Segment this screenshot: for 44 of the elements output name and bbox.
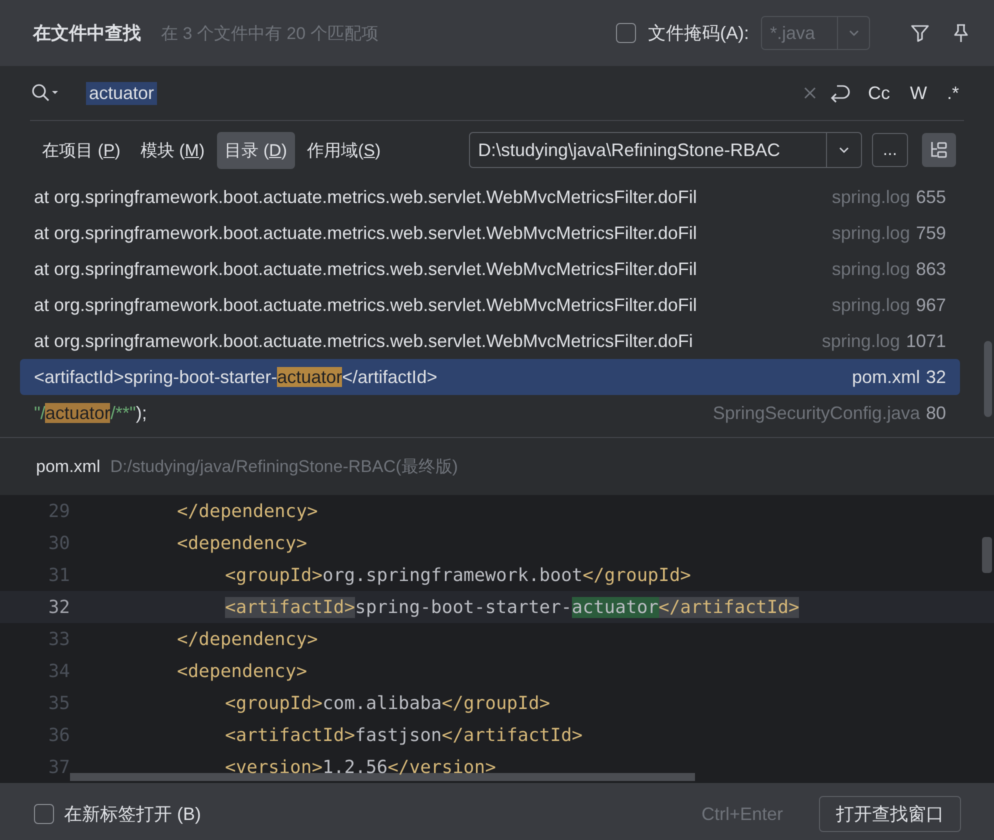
- code-line: </dependency>: [176, 500, 318, 522]
- code-line: <dependency>: [176, 660, 308, 682]
- pin-icon[interactable]: [952, 23, 970, 43]
- tree-icon: [929, 140, 949, 160]
- result-row[interactable]: <artifactId>spring-boot-starter-actuator</artifactId> pom.xml 32: [20, 359, 960, 395]
- scrollbar[interactable]: [70, 773, 695, 781]
- result-row[interactable]: at org.springframework.boot.actuate.metrics.web.servlet.WebMvcMetricsFilter.doFil spring.log 759: [20, 215, 960, 251]
- directory-field[interactable]: D:\studying\java\RefiningStone-RBAC: [469, 132, 862, 168]
- match-summary: 在 3 个文件中有 20 个匹配项: [161, 22, 378, 44]
- checkbox[interactable]: [34, 804, 54, 824]
- dialog-title: 在文件中查找: [33, 22, 141, 45]
- filter-icon[interactable]: [910, 23, 930, 43]
- code-line: <artifactId>spring-boot-starter-actuator</artifactId>: [224, 596, 800, 618]
- shortcut-hint: Ctrl+Enter: [701, 804, 783, 824]
- open-find-window-button[interactable]: 打开查找窗口: [819, 796, 961, 832]
- checkbox-label: 在新标签打开 (B): [64, 803, 201, 826]
- code-line: </dependency>: [176, 628, 318, 650]
- close-icon[interactable]: [802, 86, 817, 100]
- scope-tab[interactable]: 目录 (D): [216, 132, 295, 168]
- tree-view-button[interactable]: [922, 133, 956, 167]
- file-mask-label: 文件掩码(A):: [648, 22, 749, 45]
- result-row[interactable]: at org.springframework.boot.actuate.metrics.web.servlet.WebMvcMetricsFilter.doFil spring.log 967: [20, 287, 960, 323]
- scrollbar[interactable]: [982, 537, 992, 573]
- result-row[interactable]: at org.springframework.boot.actuate.metrics.web.servlet.WebMvcMetricsFilter.doFil spring.log 863: [20, 251, 960, 287]
- scope-tab[interactable]: 在项目 (P): [34, 132, 128, 168]
- toggle-button[interactable]: Cc: [862, 80, 895, 106]
- line-number: 32: [47, 596, 71, 618]
- file-path: D:/studying/java/RefiningStone-RBAC(最终版): [110, 456, 458, 478]
- code-line: <groupId>org.springframework.boot</groupId>: [224, 564, 692, 586]
- scope-tab[interactable]: 作用域(S): [298, 132, 389, 168]
- code-line: <artifactId>fastjson</artifactId>: [224, 724, 583, 746]
- code-line: <version>1.2.56</version>: [224, 756, 496, 778]
- scrollbar[interactable]: [984, 341, 992, 417]
- result-row[interactable]: at org.springframework.boot.actuate.metrics.web.servlet.WebMvcMetricsFilter.doFi spring.log 1071: [20, 323, 960, 359]
- code-line: <dependency>: [176, 532, 308, 554]
- toggle-button[interactable]: W: [904, 80, 932, 106]
- browse-button[interactable]: ...: [872, 133, 908, 167]
- toggle-button[interactable]: .*: [942, 80, 964, 106]
- file-name: pom.xml: [36, 456, 100, 476]
- code-line: <groupId>com.alibaba</groupId>: [224, 692, 550, 714]
- search-field[interactable]: actuator: [86, 82, 158, 104]
- scope-tab[interactable]: 模块 (M): [132, 132, 213, 168]
- result-row[interactable]: at org.springframework.boot.actuate.metrics.web.servlet.WebMvcMetricsFilter.doFil spring.log 655: [20, 179, 960, 215]
- result-row[interactable]: "/actuator/**"); SpringSecurityConfig.java 80: [20, 395, 960, 431]
